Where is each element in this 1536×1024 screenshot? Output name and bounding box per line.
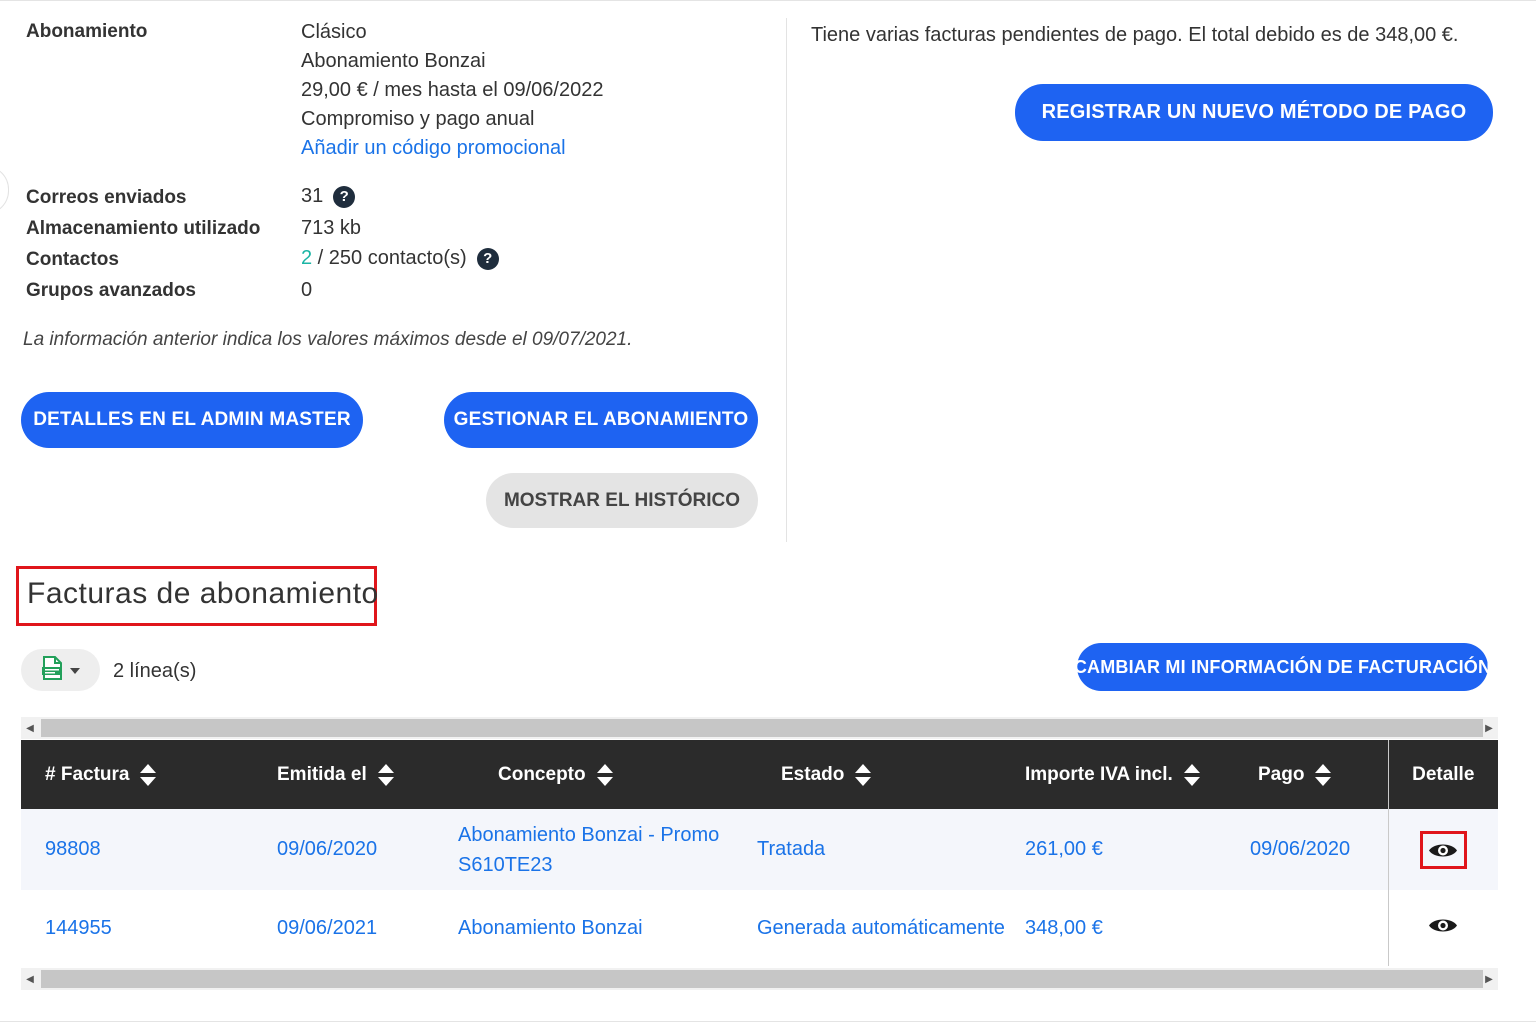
horizontal-scrollbar-bottom[interactable]: ◀ ▶ [21,968,1498,990]
top-divider [0,0,1536,1]
invoice-detail-cell [1387,890,1498,966]
column-header-invoice-number[interactable]: # Factura [21,740,253,809]
scroll-right-icon[interactable]: ▶ [1480,968,1498,990]
column-header-amount[interactable]: Importe IVA incl. [1007,740,1240,809]
invoice-status[interactable]: Generada automáticamente [733,890,1007,966]
invoice-number[interactable]: 98808 [21,809,253,890]
help-icon[interactable]: ? [333,185,356,208]
contacts-label: Contactos [26,249,119,270]
scroll-right-icon[interactable]: ▶ [1480,717,1498,739]
add-promo-code-link[interactable]: Añadir un código promocional [301,137,566,160]
column-header-status[interactable]: Estado [733,740,1007,809]
manage-subscription-button[interactable]: GESTIONAR EL ABONAMIENTO [444,392,758,448]
sort-icon[interactable] [596,763,614,787]
emails-sent-label: Correos enviados [26,187,187,208]
emails-sent-value: 31 [301,185,324,207]
sort-icon[interactable] [139,763,157,787]
show-history-button[interactable]: MOSTRAR EL HISTÓRICO [486,473,758,528]
invoice-payment-date[interactable] [1240,890,1388,966]
subscription-commitment: Compromiso y pago anual [301,108,535,130]
column-header-detail: Detalle [1387,740,1498,809]
bottom-divider [0,1021,1536,1022]
invoice-amount[interactable]: 261,00 € [1007,809,1240,890]
subscription-name: Abonamiento Bonzai [301,50,486,72]
table-row: 98808 09/06/2020 Abonamiento Bonzai - Pr… [21,809,1498,890]
eye-icon[interactable] [1428,916,1458,935]
table-row: 144955 09/06/2021 Abonamiento Bonzai Gen… [21,890,1498,966]
invoices-section-title: Facturas de abonamiento [27,577,379,610]
storage-used-label: Almacenamiento utilizado [26,218,261,239]
emails-sent-row: 31? [301,185,356,208]
export-dropdown-button[interactable] [21,649,100,691]
change-billing-info-button[interactable]: CAMBIAR MI INFORMACIÓN DE FACTURACIÓN [1074,643,1491,691]
help-icon[interactable]: ? [476,247,499,270]
invoices-table: # Factura Emitida el Concepto Estado Imp… [21,740,1498,966]
invoice-amount[interactable]: 348,00 € [1007,890,1240,966]
subscription-label: Abonamiento [26,21,148,42]
sort-icon[interactable] [1314,763,1332,787]
scroll-left-icon[interactable]: ◀ [21,968,39,990]
line-count: 2 línea(s) [113,660,197,682]
column-header-concept[interactable]: Concepto [434,740,733,809]
contacts-total-value: / 250 contacto(s) [312,247,467,269]
contacts-row: 2 / 250 contacto(s)? [301,247,499,270]
advanced-groups-value: 0 [301,279,313,301]
column-divider [786,18,787,542]
invoice-payment-date[interactable]: 09/06/2020 [1240,809,1388,890]
invoice-concept[interactable]: Abonamiento Bonzai - Promo S610TE23 [434,809,733,890]
side-panel-tab[interactable] [0,166,9,214]
sort-icon[interactable] [854,763,872,787]
advanced-groups-label: Grupos avanzados [26,280,196,301]
invoice-concept-line-1[interactable]: Abonamiento Bonzai [458,917,733,940]
csv-file-icon [41,655,62,685]
invoice-status[interactable]: Tratada [733,809,1007,890]
invoice-concept-line-1[interactable]: Abonamiento Bonzai - Promo [458,820,733,850]
sort-icon[interactable] [377,763,395,787]
horizontal-scrollbar-top[interactable]: ◀ ▶ [21,717,1498,739]
scrollbar-thumb[interactable] [41,719,1483,737]
invoice-number[interactable]: 144955 [21,890,253,966]
caret-down-icon [69,661,80,679]
subscription-price: 29,00 € / mes hasta el 09/06/2022 [301,79,604,101]
pending-invoices-message: Tiene varias facturas pendientes de pago… [811,24,1459,46]
column-header-payment[interactable]: Pago [1240,740,1388,809]
scroll-left-icon[interactable]: ◀ [21,717,39,739]
column-header-issued[interactable]: Emitida el [253,740,434,809]
scrollbar-thumb[interactable] [41,970,1483,988]
invoice-concept-line-2[interactable]: S610TE23 [458,850,733,880]
invoice-concept[interactable]: Abonamiento Bonzai [434,890,733,966]
table-header-row: # Factura Emitida el Concepto Estado Imp… [21,740,1498,809]
admin-master-details-button[interactable]: DETALLES EN EL ADMIN MASTER [21,392,363,448]
eye-icon[interactable] [1419,830,1467,869]
storage-used-value: 713 kb [301,217,362,239]
max-values-note: La información anterior indica los valor… [23,329,633,350]
invoice-detail-cell [1387,809,1498,890]
invoice-issued-date[interactable]: 09/06/2020 [253,809,434,890]
register-payment-method-button[interactable]: REGISTRAR UN NUEVO MÉTODO DE PAGO [1015,84,1493,141]
sort-icon[interactable] [1183,763,1201,787]
invoice-issued-date[interactable]: 09/06/2021 [253,890,434,966]
contacts-used-value[interactable]: 2 [301,247,312,269]
plan-name: Clásico [301,21,367,43]
